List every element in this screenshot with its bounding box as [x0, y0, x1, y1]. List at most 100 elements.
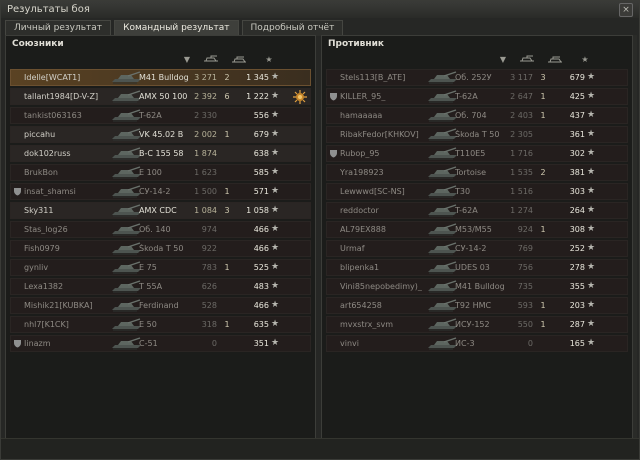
- star-icon: ★: [587, 110, 596, 120]
- xp-column-icon[interactable]: ★: [254, 55, 284, 64]
- xp-value: 679: [253, 130, 269, 139]
- star-icon: ★: [587, 281, 596, 291]
- table-row[interactable]: Stels113[B_ATE] Об. 252У 3 117 3 679 ★: [326, 69, 628, 86]
- table-row[interactable]: nhl7[K1CK] E 50 318 1 635 ★: [10, 316, 311, 333]
- star-icon: ★: [271, 300, 280, 310]
- kills-value: 1: [540, 225, 546, 234]
- table-row[interactable]: piccahu VK 45.02 B 2 002 1 679 ★: [10, 126, 311, 143]
- damage-column-icon[interactable]: [512, 55, 542, 64]
- star-icon: ★: [587, 338, 596, 348]
- star-icon: ★: [271, 243, 280, 253]
- xp-value: 264: [569, 206, 585, 215]
- kills-value: 1: [224, 320, 230, 329]
- table-row[interactable]: AL79EX888 M53/M55 924 1 308 ★: [326, 221, 628, 238]
- tank-name: Об. 252У: [455, 73, 492, 82]
- table-row[interactable]: tankist063163 T-62A 2 330 556 ★: [10, 107, 311, 124]
- tank-name: C-51: [139, 339, 158, 348]
- player-name: gynliv: [24, 263, 49, 272]
- xp-value: 1 345: [246, 73, 269, 82]
- player-name: Urmaf: [340, 244, 365, 253]
- xp-value: 355: [569, 282, 585, 291]
- table-row[interactable]: BrukBon E 100 1 623 585 ★: [10, 164, 311, 181]
- tab-detailed-report[interactable]: Подробный отчёт: [241, 20, 344, 36]
- kills-column-icon[interactable]: [540, 55, 570, 64]
- damage-value: 2 403: [510, 111, 533, 120]
- table-row[interactable]: Mishik21[KUBKA] Ferdinand 528 466 ★: [10, 297, 311, 314]
- player-name: Mishik21[KUBKA]: [24, 301, 93, 310]
- player-name: Fish0979: [24, 244, 60, 253]
- damage-value: 3 271: [194, 73, 217, 82]
- table-row[interactable]: hamaaaaa Об. 704 2 403 1 437 ★: [326, 107, 628, 124]
- table-row[interactable]: reddoctor T-62A 1 274 264 ★: [326, 202, 628, 219]
- star-icon: ★: [271, 205, 280, 215]
- table-row[interactable]: Lexa1382 T 55A 626 483 ★: [10, 278, 311, 295]
- star-icon: ★: [271, 224, 280, 234]
- table-row[interactable]: Stas_log26 Об. 140 974 466 ★: [10, 221, 311, 238]
- kills-value: 6: [224, 92, 230, 101]
- scrollbar[interactable]: [633, 35, 637, 439]
- battle-results-window: Результаты боя × Личный результат Команд…: [0, 0, 640, 460]
- tank-name: T92 HMC: [455, 301, 492, 310]
- xp-value: 679: [569, 73, 585, 82]
- table-row[interactable]: Fish0979 Škoda T 50 922 466 ★: [10, 240, 311, 257]
- star-icon: ★: [271, 281, 280, 291]
- player-name: KILLER_95_: [340, 92, 386, 101]
- player-name: Stas_log26: [24, 225, 68, 234]
- table-row[interactable]: Idelle[WCAT1] M41 Bulldog 3 271 2 1 345 ★: [10, 69, 311, 86]
- table-row[interactable]: tallant1984[D-V-Z] AMX 50 100 2 392 6 1 222 ★: [10, 88, 311, 105]
- xp-value: 287: [569, 320, 585, 329]
- tank-name: T110E5: [455, 149, 486, 158]
- table-row[interactable]: KILLER_95_ T-62A 2 647 1 425 ★: [326, 88, 628, 105]
- table-row[interactable]: blipenka1 UDES 03 756 278 ★: [326, 259, 628, 276]
- xp-value: 203: [569, 301, 585, 310]
- table-row[interactable]: gynliv E 75 783 1 525 ★: [10, 259, 311, 276]
- xp-value: 437: [569, 111, 585, 120]
- xp-value: 1 222: [246, 92, 269, 101]
- damage-value: 1 084: [194, 206, 217, 215]
- table-row[interactable]: Lewwwd[SC-NS] T30 1 516 303 ★: [326, 183, 628, 200]
- tank-name: СУ-14-2: [455, 244, 487, 253]
- damage-value: 593: [517, 301, 533, 310]
- xp-value: 571: [253, 187, 269, 196]
- xp-value: 252: [569, 244, 585, 253]
- damage-value: 783: [201, 263, 217, 272]
- tab-team-result[interactable]: Командный результат: [114, 20, 239, 36]
- damage-column-icon[interactable]: [196, 55, 226, 64]
- xp-value: 1 058: [246, 206, 269, 215]
- player-name: piccahu: [24, 130, 56, 139]
- shield-icon: [329, 149, 338, 158]
- table-row[interactable]: Urmaf СУ-14-2 769 252 ★: [326, 240, 628, 257]
- tank-name: Об. 704: [455, 111, 487, 120]
- table-row[interactable]: vinvi ИС-3 0 165 ★: [326, 335, 628, 352]
- xp-value: 425: [569, 92, 585, 101]
- table-row[interactable]: insat_shamsi СУ-14-2 1 500 1 571 ★: [10, 183, 311, 200]
- table-row[interactable]: Rubop_95 T110E5 1 716 302 ★: [326, 145, 628, 162]
- table-row[interactable]: Vini85nepobedimy)_ M41 Bulldog 735 355 ★: [326, 278, 628, 295]
- damage-value: 0: [527, 339, 533, 348]
- tank-name: ИСУ-152: [455, 320, 490, 329]
- xp-column-icon[interactable]: ★: [570, 55, 600, 64]
- table-row[interactable]: Iinazm C-51 0 351 ★: [10, 335, 311, 352]
- table-row[interactable]: art654258 T92 HMC 593 1 203 ★: [326, 297, 628, 314]
- xp-value: 361: [569, 130, 585, 139]
- table-row[interactable]: RibakFedor[KHKOV] Škoda T 50 2 305 361 ★: [326, 126, 628, 143]
- player-name: AL79EX888: [340, 225, 386, 234]
- damage-value: 528: [201, 301, 217, 310]
- tank-name: Об. 140: [139, 225, 171, 234]
- star-icon: ★: [587, 167, 596, 177]
- xp-value: 351: [253, 339, 269, 348]
- kills-column-icon[interactable]: [224, 55, 254, 64]
- star-icon: ★: [271, 186, 280, 196]
- table-row[interactable]: Yra198923 Tortoise 1 535 2 381 ★: [326, 164, 628, 181]
- table-row[interactable]: dok102russ B-C 155 58 1 874 638 ★: [10, 145, 311, 162]
- xp-value: 483: [253, 282, 269, 291]
- close-button[interactable]: ×: [619, 2, 633, 17]
- player-name: Idelle[WCAT1]: [24, 73, 81, 82]
- table-row[interactable]: Sky311 AMX CDC 1 084 3 1 058 ★: [10, 202, 311, 219]
- table-row[interactable]: mvxstrx_svm ИСУ-152 550 1 287 ★: [326, 316, 628, 333]
- damage-value: 550: [517, 320, 533, 329]
- tab-personal-result[interactable]: Личный результат: [5, 20, 112, 36]
- tank-name: UDES 03: [455, 263, 490, 272]
- xp-value: 381: [569, 168, 585, 177]
- star-icon: ★: [271, 319, 280, 329]
